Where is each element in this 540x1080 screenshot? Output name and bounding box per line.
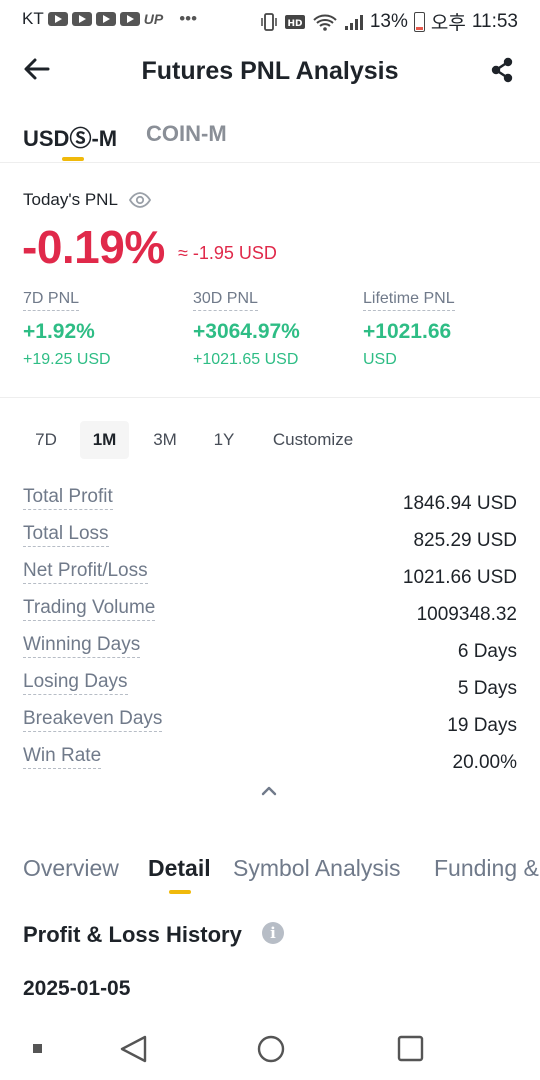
todays-pnl-usd: ≈ -1.95 USD bbox=[178, 243, 277, 263]
overview-nav-icon bbox=[397, 1035, 424, 1062]
tab-indicator bbox=[62, 157, 84, 161]
stat-breakeven-days-label[interactable]: Breakeven Days bbox=[23, 708, 163, 732]
period-1y[interactable]: 1Y bbox=[201, 421, 247, 459]
battery-percent: 13% bbox=[369, 10, 408, 32]
period-customize[interactable]: Customize bbox=[263, 421, 363, 459]
carrier-label: KT bbox=[22, 9, 44, 28]
tab-overview[interactable]: Overview bbox=[23, 855, 119, 882]
stat-breakeven-days-value: 19 Days bbox=[447, 715, 517, 736]
todays-pnl-label: Today's PNL bbox=[23, 190, 118, 209]
pnl-lifetime-sub: USD bbox=[363, 351, 397, 368]
tab-coin-m[interactable]: COIN-M bbox=[146, 121, 227, 147]
stat-losing-days-value: 5 Days bbox=[457, 678, 517, 699]
tab-usd-m[interactable]: USDⓈ-M bbox=[23, 121, 117, 153]
clock: 11:53 bbox=[471, 10, 518, 32]
stat-net-pl-label[interactable]: Net Profit/Loss bbox=[23, 560, 148, 584]
stat-losing-days-label[interactable]: Losing Days bbox=[23, 671, 128, 695]
pnl-lifetime-value: +1021.66 bbox=[363, 320, 452, 343]
pnl-30d-value: +3064.97% bbox=[193, 320, 300, 343]
stat-total-loss-value: 825.29 USD bbox=[413, 530, 517, 551]
back-nav-icon bbox=[120, 1035, 147, 1063]
divider bbox=[0, 162, 540, 163]
youtube-icon bbox=[71, 12, 92, 26]
stat-total-loss-label[interactable]: Total Loss bbox=[23, 523, 109, 547]
history-date: 2025-01-05 bbox=[23, 977, 131, 1000]
stat-trading-volume-label[interactable]: Trading Volume bbox=[23, 597, 156, 621]
chevron-up-icon[interactable] bbox=[259, 784, 279, 798]
stat-win-rate-label[interactable]: Win Rate bbox=[23, 745, 102, 769]
page-title: Futures PNL Analysis bbox=[141, 57, 399, 85]
period-3m[interactable]: 3M bbox=[142, 421, 188, 459]
todays-pnl-percent: -0.19% bbox=[22, 221, 165, 273]
pnl-7d-sub: +19.25 USD bbox=[23, 351, 111, 368]
tab-indicator bbox=[169, 890, 191, 894]
stat-total-profit-label[interactable]: Total Profit bbox=[23, 486, 113, 510]
youtube-icon bbox=[119, 12, 140, 26]
stat-winning-days-value: 6 Days bbox=[457, 641, 517, 662]
pnl-30d-label[interactable]: 30D PNL bbox=[193, 290, 258, 311]
recents-menu-icon bbox=[33, 1044, 42, 1053]
more-notifications-icon: ••• bbox=[179, 9, 198, 28]
wifi-icon bbox=[313, 14, 337, 31]
navigation-bar bbox=[33, 1035, 424, 1063]
info-icon[interactable]: i bbox=[262, 922, 284, 944]
pnl-30d-sub: +1021.65 USD bbox=[193, 351, 299, 368]
tab-detail[interactable]: Detail bbox=[148, 855, 211, 882]
youtube-icon bbox=[47, 12, 68, 26]
home-nav-icon bbox=[257, 1035, 285, 1063]
stat-net-pl-value: 1021.66 USD bbox=[402, 567, 517, 588]
pnl-7d-label[interactable]: 7D PNL bbox=[23, 290, 80, 311]
ampm-label: 오후 bbox=[430, 13, 466, 34]
status-bar: KT UP ••• HD 13% 오후 11:53 bbox=[0, 0, 540, 38]
battery-icon bbox=[413, 11, 425, 32]
signal-icon bbox=[344, 14, 363, 30]
stat-win-rate-value: 20.00% bbox=[452, 752, 517, 773]
tab-funding[interactable]: Funding & bbox=[434, 855, 540, 882]
divider bbox=[0, 397, 540, 398]
youtube-icon bbox=[95, 12, 116, 26]
pnl-7d-value: +1.92% bbox=[23, 320, 95, 343]
svg-text:HD: HD bbox=[287, 19, 302, 29]
upload-label: UP bbox=[143, 11, 164, 27]
hd-icon: HD bbox=[284, 14, 305, 29]
stat-total-profit-value: 1846.94 USD bbox=[402, 493, 517, 514]
stat-trading-volume-value: 1009348.32 bbox=[416, 604, 517, 625]
vibrate-icon bbox=[261, 12, 277, 31]
pnl-lifetime-label[interactable]: Lifetime PNL bbox=[363, 290, 455, 311]
stat-winning-days-label[interactable]: Winning Days bbox=[23, 634, 141, 658]
period-7d[interactable]: 7D bbox=[23, 421, 69, 459]
section-title: Profit & Loss History bbox=[23, 922, 242, 947]
share-icon[interactable] bbox=[488, 56, 516, 84]
eye-icon[interactable] bbox=[129, 191, 151, 209]
tab-symbol-analysis[interactable]: Symbol Analysis bbox=[233, 855, 400, 882]
period-1m[interactable]: 1M bbox=[80, 421, 129, 459]
